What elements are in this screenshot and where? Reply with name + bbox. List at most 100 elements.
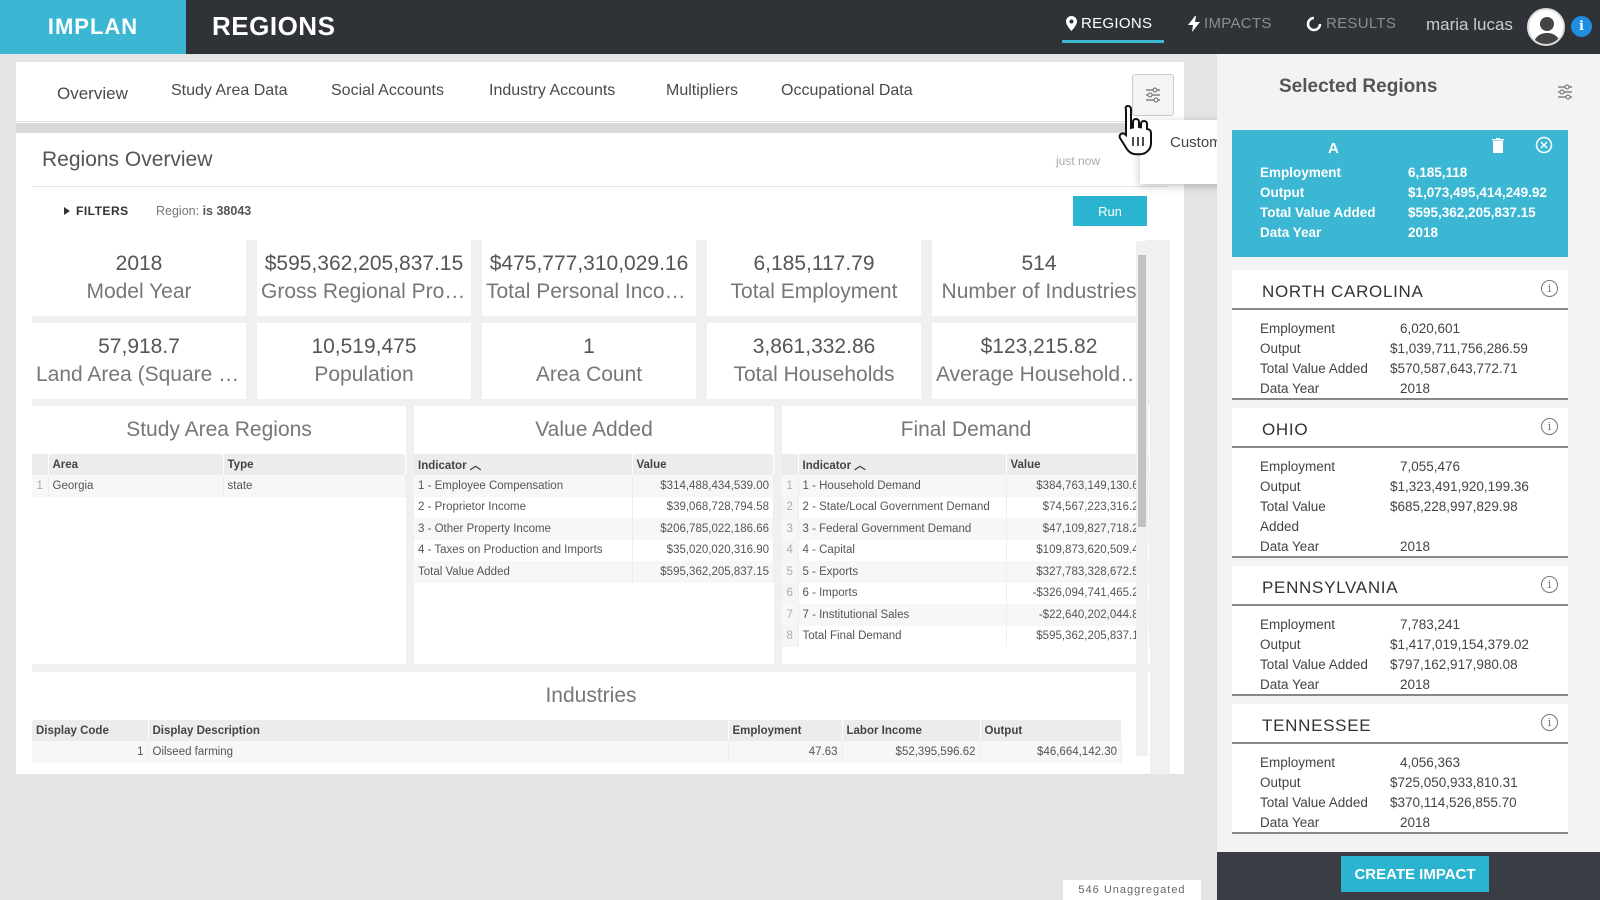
region-card-pennsylvania[interactable]: PENNSYLVANIA i Employment 7,783,241 Outpu… <box>1232 566 1568 696</box>
nav-impacts-label: IMPACTS <box>1204 15 1272 32</box>
table-row[interactable]: 11 - Household Demand $384,763,149,130.69 <box>782 475 1150 497</box>
nav-regions[interactable]: REGIONS <box>1066 15 1152 32</box>
tab-multipliers[interactable]: Multipliers <box>666 82 738 100</box>
table-row[interactable]: 44 - Capital $109,873,620,509.45 <box>782 539 1150 561</box>
nav-regions-label: REGIONS <box>1081 15 1153 32</box>
stat-model-year: 2018 Model Year <box>32 240 246 316</box>
nav-results[interactable]: RESULTS <box>1306 15 1396 32</box>
stat-label: Number of Industries <box>941 280 1137 303</box>
stat-label: Total Households <box>733 363 895 386</box>
column-header-value[interactable]: Value <box>632 454 774 475</box>
table-row[interactable]: 1 Georgia state <box>32 475 406 497</box>
info-icon[interactable]: i <box>1541 714 1558 731</box>
stat-gross-regional-product: $595,362,205,837.15 Gross Regional Prod.… <box>257 240 471 316</box>
divider <box>32 186 1168 187</box>
stat-area-count: 1 Area Count <box>482 323 696 399</box>
column-header-type[interactable]: Type <box>223 454 406 475</box>
column-header-employment[interactable]: Employment <box>728 720 843 741</box>
table-row[interactable]: 33 - Federal Government Demand $47,109,82… <box>782 518 1150 540</box>
stat-label: Total Personal Income <box>486 280 694 303</box>
table-row[interactable]: 1 Oilseed farming 47.63 $52,395,596.62 $… <box>32 741 1122 763</box>
filters-toggle[interactable]: FILTERS <box>64 204 129 218</box>
stat-row: Total Value Added $595,362,205,837.15 <box>1260 204 1536 220</box>
region-filter-value: is 38043 <box>202 204 252 218</box>
bolt-icon <box>1188 15 1200 32</box>
column-header-output[interactable]: Output <box>980 720 1122 741</box>
scrollbar-thumb[interactable] <box>1138 255 1146 527</box>
column-header-area[interactable]: Area <box>48 454 224 475</box>
stat-row: Employment 6,185,118 <box>1260 164 1468 180</box>
value-added-table: Indicator ︿ Value 1 - Employee Compensat… <box>414 454 774 583</box>
tab-study-area-data[interactable]: Study Area Data <box>171 82 288 100</box>
table-row[interactable]: 22 - State/Local Government Demand $74,56… <box>782 496 1150 518</box>
regions-overview-title: Regions Overview <box>42 148 213 171</box>
sort-asc-icon: ︿ <box>854 459 866 472</box>
panel-title: Industries <box>545 684 637 707</box>
avatar[interactable] <box>1527 8 1565 46</box>
table-row[interactable]: 3 - Other Property Income $206,785,022,18… <box>414 518 774 540</box>
column-header-indicator[interactable]: Indicator ︿ <box>414 454 633 475</box>
stat-population: 10,519,475 Population <box>257 323 471 399</box>
stat-row: Data Year 2018 <box>1260 224 1439 240</box>
implan-logo[interactable]: IMPLAN <box>0 0 186 54</box>
region-card-ohio[interactable]: OHIO i Employment 7,055,476 Output $1,323,… <box>1232 408 1568 558</box>
stat-total-personal-income: $475,777,310,029.16 Total Personal Incom… <box>482 240 696 316</box>
study-area-table: Area Type 1 Georgia state <box>32 454 406 497</box>
region-name: NORTH CAROLINA <box>1232 270 1568 310</box>
table-row[interactable]: 77 - Institutional Sales -$22,640,202,044… <box>782 604 1150 626</box>
region-name: PENNSYLVANIA <box>1232 566 1568 606</box>
tab-social-accounts[interactable]: Social Accounts <box>331 82 444 100</box>
region-name: OHIO <box>1232 408 1568 448</box>
stat-value: 3,861,332.86 <box>752 335 876 358</box>
region-filter[interactable]: Region: is 38043 <box>156 204 251 218</box>
table-row[interactable]: 4 - Taxes on Production and Imports $35,0… <box>414 539 774 561</box>
top-bar: IMPLAN REGIONS REGIONS IMPACTS RESULTS m… <box>0 0 1600 54</box>
sliders-icon[interactable] <box>1557 84 1573 100</box>
region-card-north-carolina[interactable]: NORTH CAROLINA i Employment 6,020,601 Out… <box>1232 270 1568 400</box>
table-header-row: Indicator ︿ Value <box>782 454 1150 475</box>
region-name: A <box>1328 140 1339 157</box>
stat-land-area: 57,918.7 Land Area (Square M... <box>32 323 246 399</box>
column-header-indicator[interactable]: Indicator ︿ <box>798 454 1007 475</box>
stat-label: Total Employment <box>730 280 898 303</box>
table-row[interactable]: 2 - Proprietor Income $39,068,728,794.58 <box>414 496 774 518</box>
stat-total-households: 3,861,332.86 Total Households <box>707 323 921 399</box>
column-header-display-description[interactable]: Display Description <box>148 720 729 741</box>
region-card-tennessee[interactable]: TENNESSEE i Employment 4,056,363 Output $7… <box>1232 704 1568 834</box>
main-panel: Overview Study Area Data Social Accounts… <box>16 62 1184 774</box>
column-header-labor-income[interactable]: Labor Income <box>842 720 981 741</box>
table-row[interactable]: 66 - Imports -$326,094,741,465.24 <box>782 582 1150 604</box>
stat-value: 2018 <box>115 252 163 275</box>
final-demand-panel: Final Demand Indicator ︿ Value 11 - Hous… <box>782 406 1150 664</box>
tab-industry-accounts[interactable]: Industry Accounts <box>489 82 615 100</box>
table-row[interactable]: 55 - Exports $327,783,328,672.57 <box>782 561 1150 583</box>
info-icon[interactable]: i <box>1541 576 1558 593</box>
table-row[interactable]: 8 Total Final Demand $595,362,205,837.15 <box>782 625 1150 647</box>
region-card-selected[interactable]: A Employment 6,185,118 Output $1,073,495,4… <box>1232 130 1568 257</box>
user-avatar-icon <box>1533 17 1561 44</box>
caret-right-icon <box>64 207 70 215</box>
tab-overview[interactable]: Overview <box>57 84 128 104</box>
stat-value: 514 <box>1021 252 1057 275</box>
content-scrollbar[interactable] <box>1136 241 1148 756</box>
close-circle-icon[interactable] <box>1535 136 1553 154</box>
unaggregated-count[interactable]: 546 Unaggregated <box>1063 880 1201 900</box>
info-icon[interactable]: i <box>1541 418 1558 435</box>
trash-icon[interactable] <box>1492 138 1504 153</box>
create-impact-button[interactable]: CREATE IMPACT <box>1341 856 1489 892</box>
panel-title: Study Area Regions <box>126 418 312 441</box>
run-button[interactable]: Run <box>1073 196 1147 226</box>
column-header-value[interactable]: Value <box>1006 454 1150 475</box>
active-tab-indicator <box>1062 40 1164 43</box>
user-name[interactable]: maria lucas <box>1426 15 1513 35</box>
panel-title: Value Added <box>535 418 653 441</box>
tab-occupational-data[interactable]: Occupational Data <box>781 82 913 100</box>
stat-value: 10,519,475 <box>311 335 417 358</box>
table-row[interactable]: 1 - Employee Compensation $314,488,434,53… <box>414 475 774 497</box>
nav-impacts[interactable]: IMPACTS <box>1188 15 1272 32</box>
stat-total-employment: 6,185,117.79 Total Employment <box>707 240 921 316</box>
column-header-display-code[interactable]: Display Code <box>32 720 149 741</box>
table-row[interactable]: Total Value Added $595,362,205,837.15 <box>414 561 774 583</box>
info-icon[interactable]: i <box>1571 16 1592 37</box>
info-icon[interactable]: i <box>1541 280 1558 297</box>
